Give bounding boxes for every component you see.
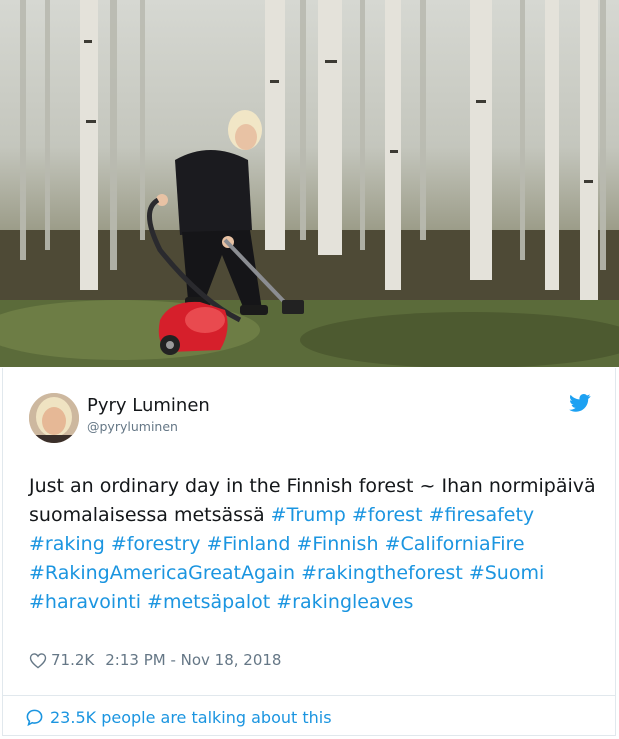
tweet-meta: 71.2K 2:13 PM - Nov 18, 2018 bbox=[29, 650, 281, 670]
hashtag-link[interactable]: #CaliforniaFire bbox=[385, 533, 525, 555]
divider bbox=[3, 695, 615, 696]
tweet-card: Pyry Luminen @pyryluminen Just an ordina… bbox=[2, 368, 616, 736]
hashtag-link[interactable]: #raking bbox=[29, 533, 105, 555]
hashtag-link[interactable]: #haravointi bbox=[29, 591, 141, 613]
hashtag-link[interactable]: #rakingtheforest bbox=[301, 562, 463, 584]
author-name[interactable]: Pyry Luminen bbox=[87, 395, 210, 416]
hashtag-link[interactable]: #Trump bbox=[271, 504, 346, 526]
talking-link[interactable]: 23.5K people are talking about this bbox=[25, 707, 332, 727]
hashtag-link[interactable]: #RakingAmericaGreatAgain bbox=[29, 562, 295, 584]
like-count[interactable]: 71.2K bbox=[51, 651, 94, 669]
avatar[interactable] bbox=[29, 393, 79, 443]
hashtag-link[interactable]: #Finland bbox=[207, 533, 291, 555]
hashtag-link[interactable]: #forestry bbox=[111, 533, 201, 555]
timestamp[interactable]: 2:13 PM - Nov 18, 2018 bbox=[105, 651, 281, 669]
hashtag-link[interactable]: #firesafety bbox=[429, 504, 535, 526]
hashtag-link[interactable]: #metsäpalot bbox=[147, 591, 270, 613]
hashtag-link[interactable]: #forest bbox=[352, 504, 423, 526]
bird-icon[interactable] bbox=[569, 394, 591, 412]
tweet-photo[interactable] bbox=[0, 0, 619, 367]
talking-text[interactable]: 23.5K people are talking about this bbox=[50, 708, 332, 727]
author-handle[interactable]: @pyryluminen bbox=[87, 419, 178, 434]
heart-icon[interactable] bbox=[29, 652, 47, 669]
tweet-text: Just an ordinary day in the Finnish fore… bbox=[29, 472, 609, 617]
speech-bubble-icon bbox=[26, 709, 43, 726]
hashtag-link[interactable]: #Finnish bbox=[296, 533, 378, 555]
hashtag-link[interactable]: #Suomi bbox=[469, 562, 544, 584]
hashtag-link[interactable]: #rakingleaves bbox=[276, 591, 413, 613]
